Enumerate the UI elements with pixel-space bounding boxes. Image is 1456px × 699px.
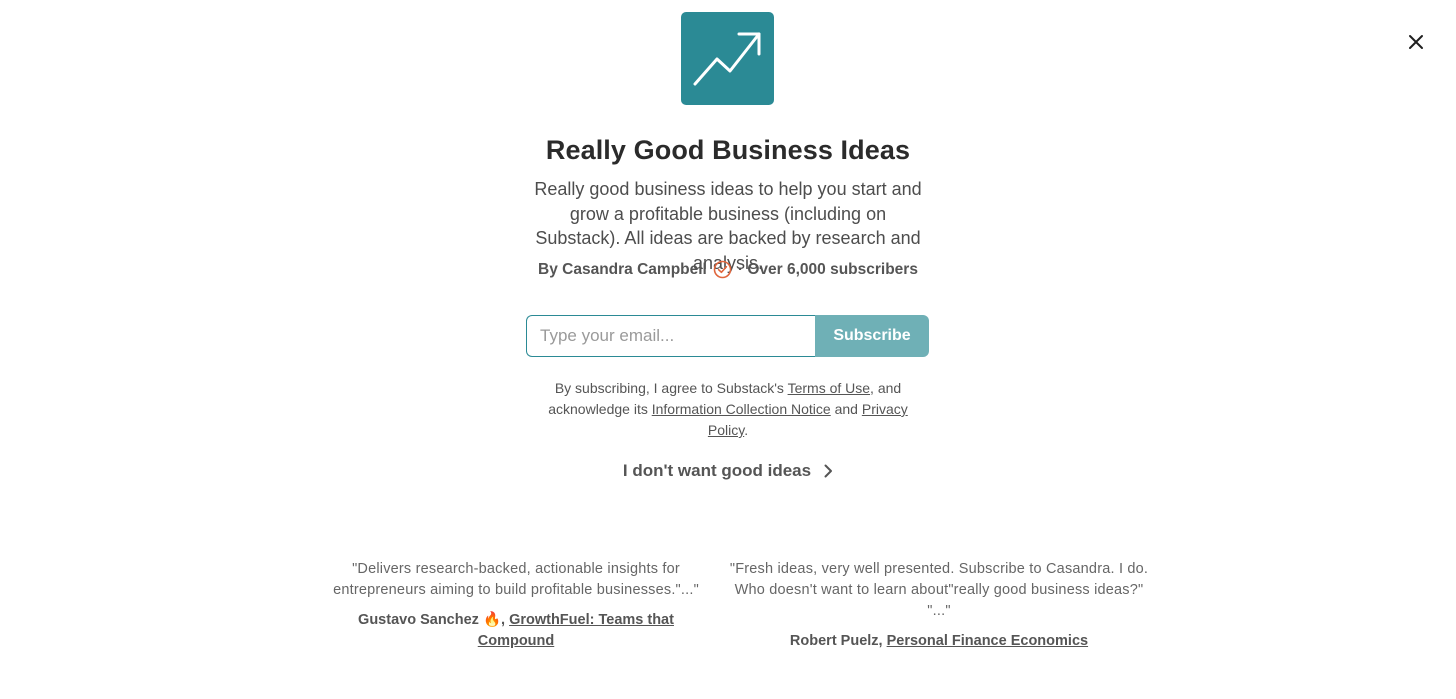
- no-thanks-label: I don't want good ideas: [622, 461, 812, 480]
- no-thanks-link[interactable]: I don't want good ideas: [0, 461, 1456, 481]
- terms-of-use-link[interactable]: Terms of Use: [788, 380, 870, 396]
- subscribe-button[interactable]: Subscribe: [815, 315, 929, 357]
- legal-notice: By subscribing, I agree to Substack's Te…: [538, 378, 918, 441]
- author-name[interactable]: By Casandra Campbell: [538, 261, 707, 279]
- testimonial-2: "Fresh ideas, very well presented. Subsc…: [728, 559, 1150, 652]
- publication-link[interactable]: Personal Finance Economics: [887, 633, 1088, 649]
- legal-text-3: and: [830, 401, 862, 417]
- close-button[interactable]: [1402, 28, 1430, 56]
- testimonial-1: "Delivers research-backed, actionable in…: [326, 559, 706, 652]
- legal-text-1: By subscribing, I agree to Substack's: [554, 380, 788, 396]
- publication-link[interactable]: GrowthFuel: Teams that Compound: [478, 612, 674, 649]
- publication-title: Really Good Business Ideas: [545, 135, 911, 165]
- legal-text-4: .: [744, 422, 749, 438]
- chevron-right-icon: [824, 464, 833, 478]
- information-collection-notice-link[interactable]: Information Collection Notice: [652, 401, 831, 417]
- testimonial-author: Robert Puelz, Personal Finance Economics: [728, 631, 1150, 652]
- email-input[interactable]: [526, 315, 815, 357]
- verified-check-icon: [713, 260, 732, 279]
- close-icon: [1409, 35, 1423, 49]
- testimonial-author: Gustavo Sanchez 🔥, GrowthFuel: Teams tha…: [326, 610, 706, 652]
- testimonial-quote: "Delivers research-backed, actionable in…: [333, 561, 699, 598]
- testimonial-quote: "Fresh ideas, very well presented. Subsc…: [729, 561, 1149, 619]
- byline: By Casandra Campbell · Over 6,000 subscr…: [0, 260, 1456, 279]
- subscribe-form: Subscribe: [526, 315, 929, 357]
- publication-logo: [681, 12, 774, 105]
- subscriber-count: · Over 6,000 subscribers: [737, 260, 918, 278]
- author-name: Robert Puelz,: [789, 633, 883, 649]
- author-name: Gustavo Sanchez 🔥,: [358, 612, 506, 628]
- trending-up-icon: [693, 32, 761, 86]
